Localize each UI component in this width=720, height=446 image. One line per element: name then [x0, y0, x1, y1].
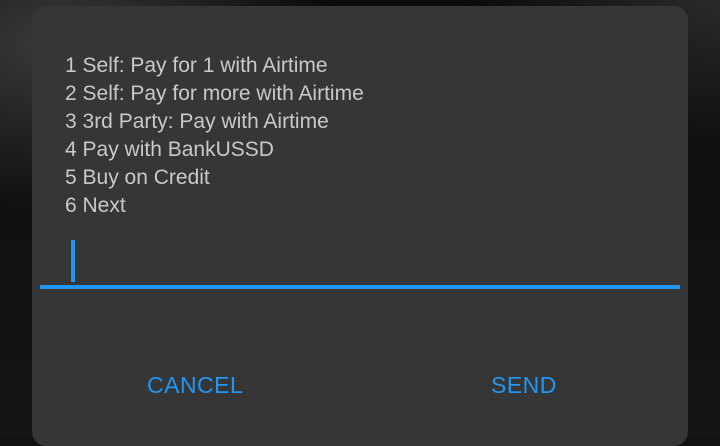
- send-button[interactable]: SEND: [483, 368, 565, 403]
- cancel-button[interactable]: CANCEL: [139, 368, 251, 403]
- ussd-dialog: 1 Self: Pay for 1 with Airtime 2 Self: P…: [32, 6, 688, 446]
- menu-option-1: 1 Self: Pay for 1 with Airtime: [65, 54, 328, 77]
- menu-option-2: 2 Self: Pay for more with Airtime: [65, 82, 364, 105]
- ussd-menu-message: 1 Self: Pay for 1 with Airtime 2 Self: P…: [65, 52, 364, 220]
- input-underline: [40, 285, 680, 289]
- menu-option-4: 4 Pay with BankUSSD: [65, 138, 274, 161]
- reply-input-container[interactable]: [40, 238, 684, 290]
- menu-option-6: 6 Next: [65, 194, 126, 217]
- text-cursor: [71, 240, 75, 282]
- menu-option-5: 5 Buy on Credit: [65, 166, 210, 189]
- reply-input[interactable]: [40, 238, 684, 290]
- menu-option-3: 3 3rd Party: Pay with Airtime: [65, 110, 329, 133]
